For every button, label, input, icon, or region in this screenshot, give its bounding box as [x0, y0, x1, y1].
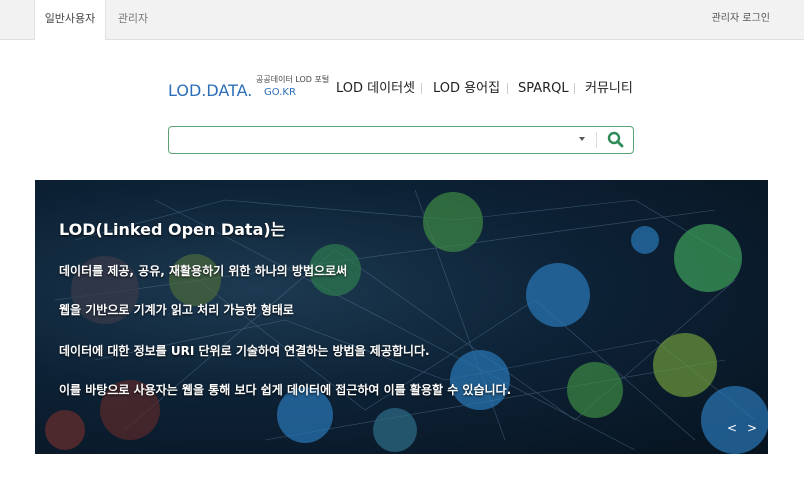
carousel-next-button[interactable]: >	[745, 421, 759, 435]
tab-admin[interactable]: 관리자	[106, 0, 160, 40]
hero-line-5: 이를 바탕으로 사용자는 웹을 통해 보다 쉽게 데이터에 접근하여 이를 활용…	[59, 383, 512, 397]
carousel-prev-button[interactable]: <	[725, 421, 739, 435]
nav-divider	[574, 83, 575, 94]
top-bar: 일반사용자 관리자 관리자 로그인	[0, 0, 804, 40]
hero-line-2: 데이터를 제공, 공유, 재활용하기 위한 하나의 방법으로써	[59, 264, 348, 278]
chevron-down-icon[interactable]	[579, 137, 585, 141]
admin-login-link[interactable]: 관리자 로그인	[712, 0, 770, 38]
search-divider	[596, 132, 597, 148]
nav-divider	[421, 83, 422, 94]
hero-line-4: 데이터에 대한 정보를 URI 단위로 기술하여 연결하는 방법을 제공합니다.	[59, 344, 430, 358]
site-logo[interactable]: 공공데이터 LOD 포털 LOD.DATA. GO.KR	[168, 70, 329, 100]
search-icon[interactable]	[605, 130, 627, 150]
nav-community[interactable]: 커뮤니티	[585, 79, 633, 99]
hero-banner: LOD(Linked Open Data)는 데이터를 제공, 공유, 재활용하…	[35, 180, 768, 454]
hero-line-1: LOD(Linked Open Data)는	[59, 220, 286, 239]
logo-main-text: LOD.DATA.	[168, 81, 253, 100]
nav-lod-glossary[interactable]: LOD 용어집	[433, 79, 500, 99]
search-box	[168, 126, 634, 154]
logo-kr-text: GO.KR	[264, 87, 296, 98]
nav-lod-dataset[interactable]: LOD 데이터셋	[336, 79, 415, 99]
nav-divider	[507, 83, 508, 94]
logo-subtitle: 공공데이터 LOD 포털	[256, 75, 330, 84]
nav-sparql[interactable]: SPARQL	[518, 79, 569, 99]
search-input[interactable]	[175, 130, 569, 152]
hero-line-3: 웹을 기반으로 기계가 읽고 처리 가능한 형태로	[59, 303, 294, 317]
tab-general-user[interactable]: 일반사용자	[34, 0, 106, 40]
